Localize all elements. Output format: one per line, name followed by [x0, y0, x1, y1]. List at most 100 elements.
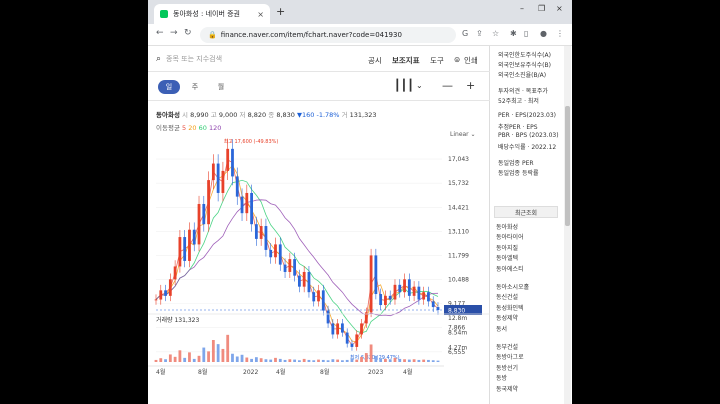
tab-close-icon[interactable]: × [257, 10, 264, 19]
recent-item[interactable]: 동성제약 [496, 313, 518, 322]
recent-item[interactable]: 동아화성 [496, 222, 518, 231]
recent-item[interactable]: 동방아그로 [496, 352, 524, 361]
scrollbar-thumb[interactable] [565, 106, 570, 226]
share-icon[interactable]: ⇪ [476, 29, 483, 38]
y-tick-label: 17,043 [448, 156, 469, 163]
volume-bar [192, 358, 196, 362]
forward-icon[interactable]: → [170, 28, 178, 38]
low-label: 저 [239, 111, 246, 119]
recent-item[interactable]: 동아소시오홀 [496, 282, 529, 291]
stock-search[interactable]: ⌕ 종목 또는 지수검색 [156, 54, 222, 64]
search-input[interactable]: 종목 또는 지수검색 [166, 54, 222, 64]
bookmark-star-icon[interactable]: ☆ [492, 29, 499, 38]
volume-bar [240, 354, 244, 362]
change-percent: -1.78% [316, 111, 340, 119]
period-day-button[interactable]: 일 [158, 80, 180, 94]
stock-chart[interactable]: Linear ⌄ 17,043 15,732 14,421 13,110 11,799 10… [148, 130, 490, 404]
recent-item[interactable]: 동아타이어 [496, 232, 524, 241]
volume-bar [173, 356, 177, 362]
volume-bar [379, 358, 383, 362]
period-week-button[interactable]: 주 [184, 80, 206, 94]
candle-body [235, 176, 239, 197]
print-icon[interactable]: ⊜ [454, 55, 460, 64]
zoom-out-button[interactable]: — [442, 79, 453, 92]
candle-body [412, 286, 416, 296]
reload-icon[interactable]: ↻ [184, 28, 192, 38]
candle-body [388, 295, 392, 300]
zoom-in-button[interactable]: + [466, 79, 475, 92]
volume-bar [274, 357, 277, 362]
chart-toolbar: ⌕ 종목 또는 지수검색 공시 보조지표 도구 ⊜ 인쇄 [148, 46, 490, 72]
recent-item[interactable]: 동방선기 [496, 363, 518, 372]
candle-body [407, 279, 411, 296]
recent-item[interactable]: 동신건설 [496, 292, 518, 301]
open-value: 8,990 [190, 111, 209, 119]
x-tick-label: 8월 [198, 368, 207, 376]
recent-item[interactable]: 동성화인텍 [496, 303, 524, 312]
candle-body [436, 307, 440, 311]
candle-body [231, 148, 234, 177]
x-tick-label: 2023 [368, 369, 383, 376]
candle-body [159, 290, 163, 300]
candle-body [336, 323, 340, 335]
maximize-button[interactable]: ❐ [538, 4, 545, 13]
browser-tab[interactable]: 동아화성 : 네이버 증권 × [154, 4, 270, 24]
x-tick-label: 4월 [403, 368, 412, 376]
current-price-label: 8,830 [448, 308, 465, 315]
period-month-button[interactable]: 월 [210, 80, 232, 94]
recent-item[interactable]: 동아엘텍 [496, 253, 518, 262]
volume-bar [436, 360, 440, 362]
volume-bar [312, 360, 316, 362]
tools-button[interactable]: 도구 [430, 55, 444, 66]
disclosure-button[interactable]: 공시 [368, 55, 382, 66]
volume-bar [431, 360, 435, 362]
volume-bar [321, 359, 325, 362]
close-window-button[interactable]: × [556, 4, 563, 13]
recent-item[interactable]: 동부건설 [496, 342, 518, 351]
address-bar[interactable]: 🔒 finance.naver.com/item/fchart.naver?co… [200, 27, 456, 43]
volume-bar [302, 358, 306, 362]
profile-avatar-icon[interactable]: ● [540, 29, 547, 38]
url-text: finance.naver.com/item/fchart.naver?code… [220, 31, 402, 39]
volume-tick-label: 4.27m [448, 344, 467, 351]
search-icon: ⌕ [156, 54, 162, 64]
extensions-icon[interactable]: ✱ [510, 29, 517, 38]
volume-bar [297, 360, 301, 362]
volume-bar [293, 359, 297, 362]
high-annotation: 최고 17,600 (-49.83%) [224, 138, 279, 145]
volume-bar [159, 358, 163, 362]
chevron-down-icon[interactable]: ⌄ [416, 81, 423, 90]
stock-info-line: 동일업종 PER [498, 160, 534, 167]
recent-item[interactable]: 동방 [496, 373, 507, 382]
print-button[interactable]: 인쇄 [464, 55, 478, 66]
stock-info-line: 외국인보유주식수(B) [498, 62, 551, 69]
new-tab-button[interactable]: + [276, 5, 285, 18]
recent-item[interactable]: 동국제약 [496, 384, 518, 393]
minimize-button[interactable]: – [520, 4, 524, 13]
recent-item[interactable]: 동아에스티 [496, 264, 524, 273]
volume-bar [269, 359, 273, 362]
candle-body [245, 192, 249, 214]
menu-icon[interactable]: ⋮ [556, 29, 564, 38]
volume-bar [283, 359, 287, 362]
back-icon[interactable]: ← [156, 28, 164, 38]
stock-info-line: 추정PER · EPS [498, 124, 538, 131]
change-value: ▼160 [297, 111, 315, 119]
google-icon[interactable]: G [462, 29, 468, 38]
recent-item[interactable]: 동아지질 [496, 243, 518, 252]
indicators-button[interactable]: 보조지표 [392, 55, 420, 66]
volume-bar [250, 358, 253, 362]
high-value: 9,000 [218, 111, 238, 119]
y-tick-label: 11,799 [448, 252, 469, 259]
candle-body [398, 284, 402, 293]
volume-bar [384, 358, 387, 362]
volume-bar [398, 358, 402, 362]
recent-item[interactable]: 동서 [496, 324, 507, 333]
candle-body [317, 290, 320, 302]
candle-body [417, 286, 421, 300]
candle-type-icon[interactable]: ┃┃┃ [394, 79, 414, 92]
y-tick-label: 10,488 [448, 277, 469, 284]
volume-title: 거래량 131,323 [156, 316, 199, 324]
sidepanel-icon[interactable]: ▯ [524, 29, 528, 38]
close-value: 8,830 [276, 111, 295, 119]
